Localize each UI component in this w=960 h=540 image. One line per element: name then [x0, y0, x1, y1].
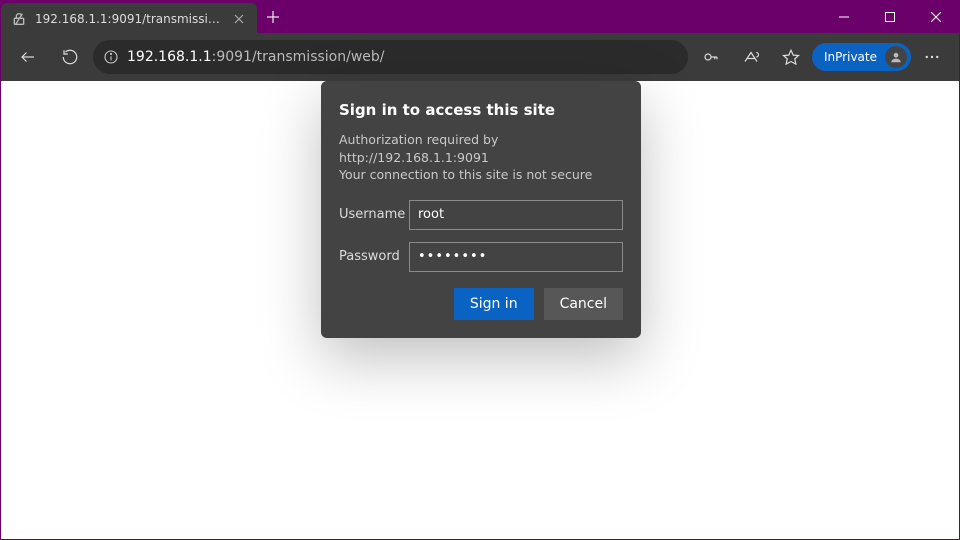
inprivate-badge[interactable]: InPrivate — [812, 43, 911, 71]
toolbar: 192.168.1.1:9091/transmission/web/ InPri… — [1, 33, 959, 81]
dialog-message-line1: Authorization required by http://192.168… — [339, 131, 623, 166]
signin-button[interactable]: Sign in — [454, 288, 534, 320]
dialog-title: Sign in to access this site — [339, 101, 623, 119]
window-controls — [821, 1, 959, 33]
password-input[interactable] — [409, 242, 623, 272]
not-secure-icon — [11, 11, 27, 27]
titlebar-drag-area[interactable] — [289, 1, 821, 33]
close-window-button[interactable] — [913, 1, 959, 33]
password-row: Password — [339, 242, 623, 272]
browser-tab[interactable]: 192.168.1.1:9091/transmission/w — [1, 3, 257, 35]
password-label: Password — [339, 249, 409, 264]
content-area: Sign in to access this site Authorizatio… — [1, 81, 959, 539]
refresh-button[interactable] — [51, 39, 89, 75]
tab-close-icon[interactable] — [231, 11, 247, 27]
username-label: Username — [339, 207, 409, 222]
minimize-button[interactable] — [821, 1, 867, 33]
titlebar: 192.168.1.1:9091/transmission/w — [1, 1, 959, 33]
browser-window: 192.168.1.1:9091/transmission/w — [0, 0, 960, 540]
menu-button[interactable] — [913, 39, 951, 75]
address-text: 192.168.1.1:9091/transmission/web/ — [127, 49, 678, 65]
new-tab-button[interactable] — [257, 1, 289, 33]
tab-strip: 192.168.1.1:9091/transmission/w — [1, 1, 289, 33]
read-aloud-icon[interactable] — [732, 39, 770, 75]
toolbar-right: InPrivate — [692, 39, 951, 75]
maximize-button[interactable] — [867, 1, 913, 33]
auth-dialog: Sign in to access this site Authorizatio… — [321, 81, 641, 338]
profile-avatar-icon — [885, 46, 907, 68]
dialog-message-line2: Your connection to this site is not secu… — [339, 166, 623, 184]
username-row: Username — [339, 200, 623, 230]
address-path: :9091/transmission/web/ — [212, 49, 385, 65]
dialog-message: Authorization required by http://192.168… — [339, 131, 623, 184]
cancel-button[interactable]: Cancel — [544, 288, 623, 320]
dialog-buttons: Sign in Cancel — [339, 288, 623, 320]
password-manager-icon[interactable] — [692, 39, 730, 75]
back-button[interactable] — [9, 39, 47, 75]
address-bar[interactable]: 192.168.1.1:9091/transmission/web/ — [93, 40, 688, 74]
address-host: 192.168.1.1 — [127, 49, 212, 65]
favorite-icon[interactable] — [772, 39, 810, 75]
inprivate-label: InPrivate — [824, 50, 877, 64]
tab-title: 192.168.1.1:9091/transmission/w — [35, 12, 223, 26]
site-info-icon[interactable] — [103, 49, 119, 65]
username-input[interactable] — [409, 200, 623, 230]
